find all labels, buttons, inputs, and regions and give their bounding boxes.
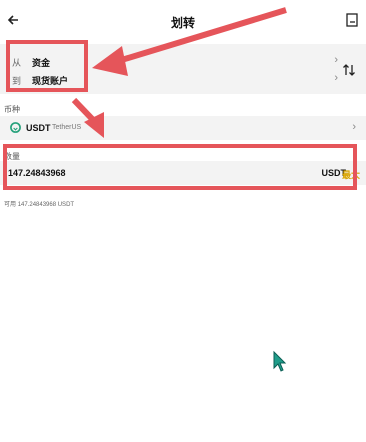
annotation-arrows [71,7,287,372]
annotation-arrow-amount [71,97,104,138]
mouse-cursor-icon [273,350,287,372]
annotation-arrow-accounts [92,7,287,76]
